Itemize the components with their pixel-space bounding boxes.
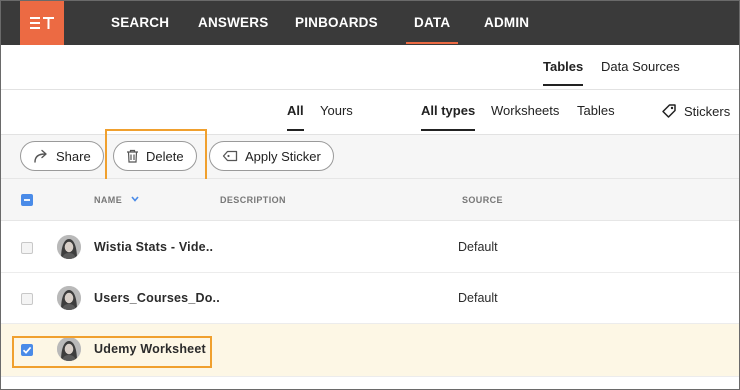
avatar-photo <box>57 235 81 259</box>
delete-button[interactable]: Delete <box>113 141 197 171</box>
avatar <box>57 337 81 361</box>
nav-search[interactable]: SEARCH <box>111 1 169 45</box>
avatar-photo <box>57 286 81 310</box>
table-row[interactable]: Users_Courses_Do.. Default <box>1 273 739 324</box>
sort-chevron-down-icon[interactable] <box>131 196 139 202</box>
filter-tables[interactable]: Tables <box>577 103 615 129</box>
object-type-tabs: Tables Data Sources <box>1 45 739 90</box>
row-name[interactable]: Wistia Stats - Vide.. <box>94 240 213 254</box>
nav-pinboards[interactable]: PINBOARDS <box>295 1 378 45</box>
tab-tables[interactable]: Tables <box>543 59 584 86</box>
thoughtspot-logo[interactable] <box>20 1 64 45</box>
nav-admin[interactable]: ADMIN <box>484 1 529 45</box>
share-label: Share <box>56 148 91 164</box>
action-bar: Share Delete Apply Sticker <box>1 135 739 179</box>
tab-data-sources[interactable]: Data Sources <box>601 59 680 84</box>
minus-icon <box>24 199 30 201</box>
row-checkbox[interactable] <box>21 293 33 305</box>
delete-label: Delete <box>146 148 184 164</box>
column-name-header[interactable]: NAME <box>94 195 139 205</box>
share-button[interactable]: Share <box>20 141 104 171</box>
avatar <box>57 286 81 310</box>
sticker-tag-icon <box>222 150 238 162</box>
nav-answers[interactable]: ANSWERS <box>198 1 268 45</box>
nav-data[interactable]: DATA <box>405 1 459 45</box>
trash-icon <box>127 149 138 163</box>
avatar-photo <box>57 337 81 361</box>
apply-sticker-label: Apply Sticker <box>245 148 321 164</box>
avatar <box>57 235 81 259</box>
column-description-header[interactable]: DESCRIPTION <box>220 195 286 205</box>
logo-icon <box>30 17 54 29</box>
row-source: Default <box>458 291 498 305</box>
row-checkbox[interactable] <box>21 242 33 254</box>
apply-sticker-button[interactable]: Apply Sticker <box>209 141 334 171</box>
filter-worksheets[interactable]: Worksheets <box>491 103 559 129</box>
filter-bar: All Yours All types Worksheets Tables St… <box>1 90 739 135</box>
filter-all[interactable]: All <box>287 103 304 131</box>
share-icon <box>34 149 47 163</box>
stickers-label: Stickers <box>684 103 731 119</box>
stickers-filter[interactable]: Stickers <box>661 103 730 119</box>
top-navigation-bar: SEARCH ANSWERS PINBOARDS DATA ADMIN <box>1 1 739 45</box>
table-row[interactable]: Wistia Stats - Vide.. Default <box>1 222 739 273</box>
row-name[interactable]: Udemy Worksheet <box>94 342 206 356</box>
row-checkbox-checked[interactable] <box>21 344 33 356</box>
tag-icon <box>662 104 676 118</box>
table-header: NAME DESCRIPTION SOURCE <box>1 179 739 221</box>
row-source: Default <box>458 240 498 254</box>
filter-yours[interactable]: Yours <box>320 103 353 129</box>
column-source-header[interactable]: SOURCE <box>462 195 503 205</box>
row-name[interactable]: Users_Courses_Do.. <box>94 291 220 305</box>
table-row-selected[interactable]: Udemy Worksheet <box>1 324 739 377</box>
filter-all-types[interactable]: All types <box>421 103 476 131</box>
checkmark-icon <box>22 346 32 354</box>
select-all-checkbox[interactable] <box>21 194 33 206</box>
column-name-label: NAME <box>94 195 123 205</box>
